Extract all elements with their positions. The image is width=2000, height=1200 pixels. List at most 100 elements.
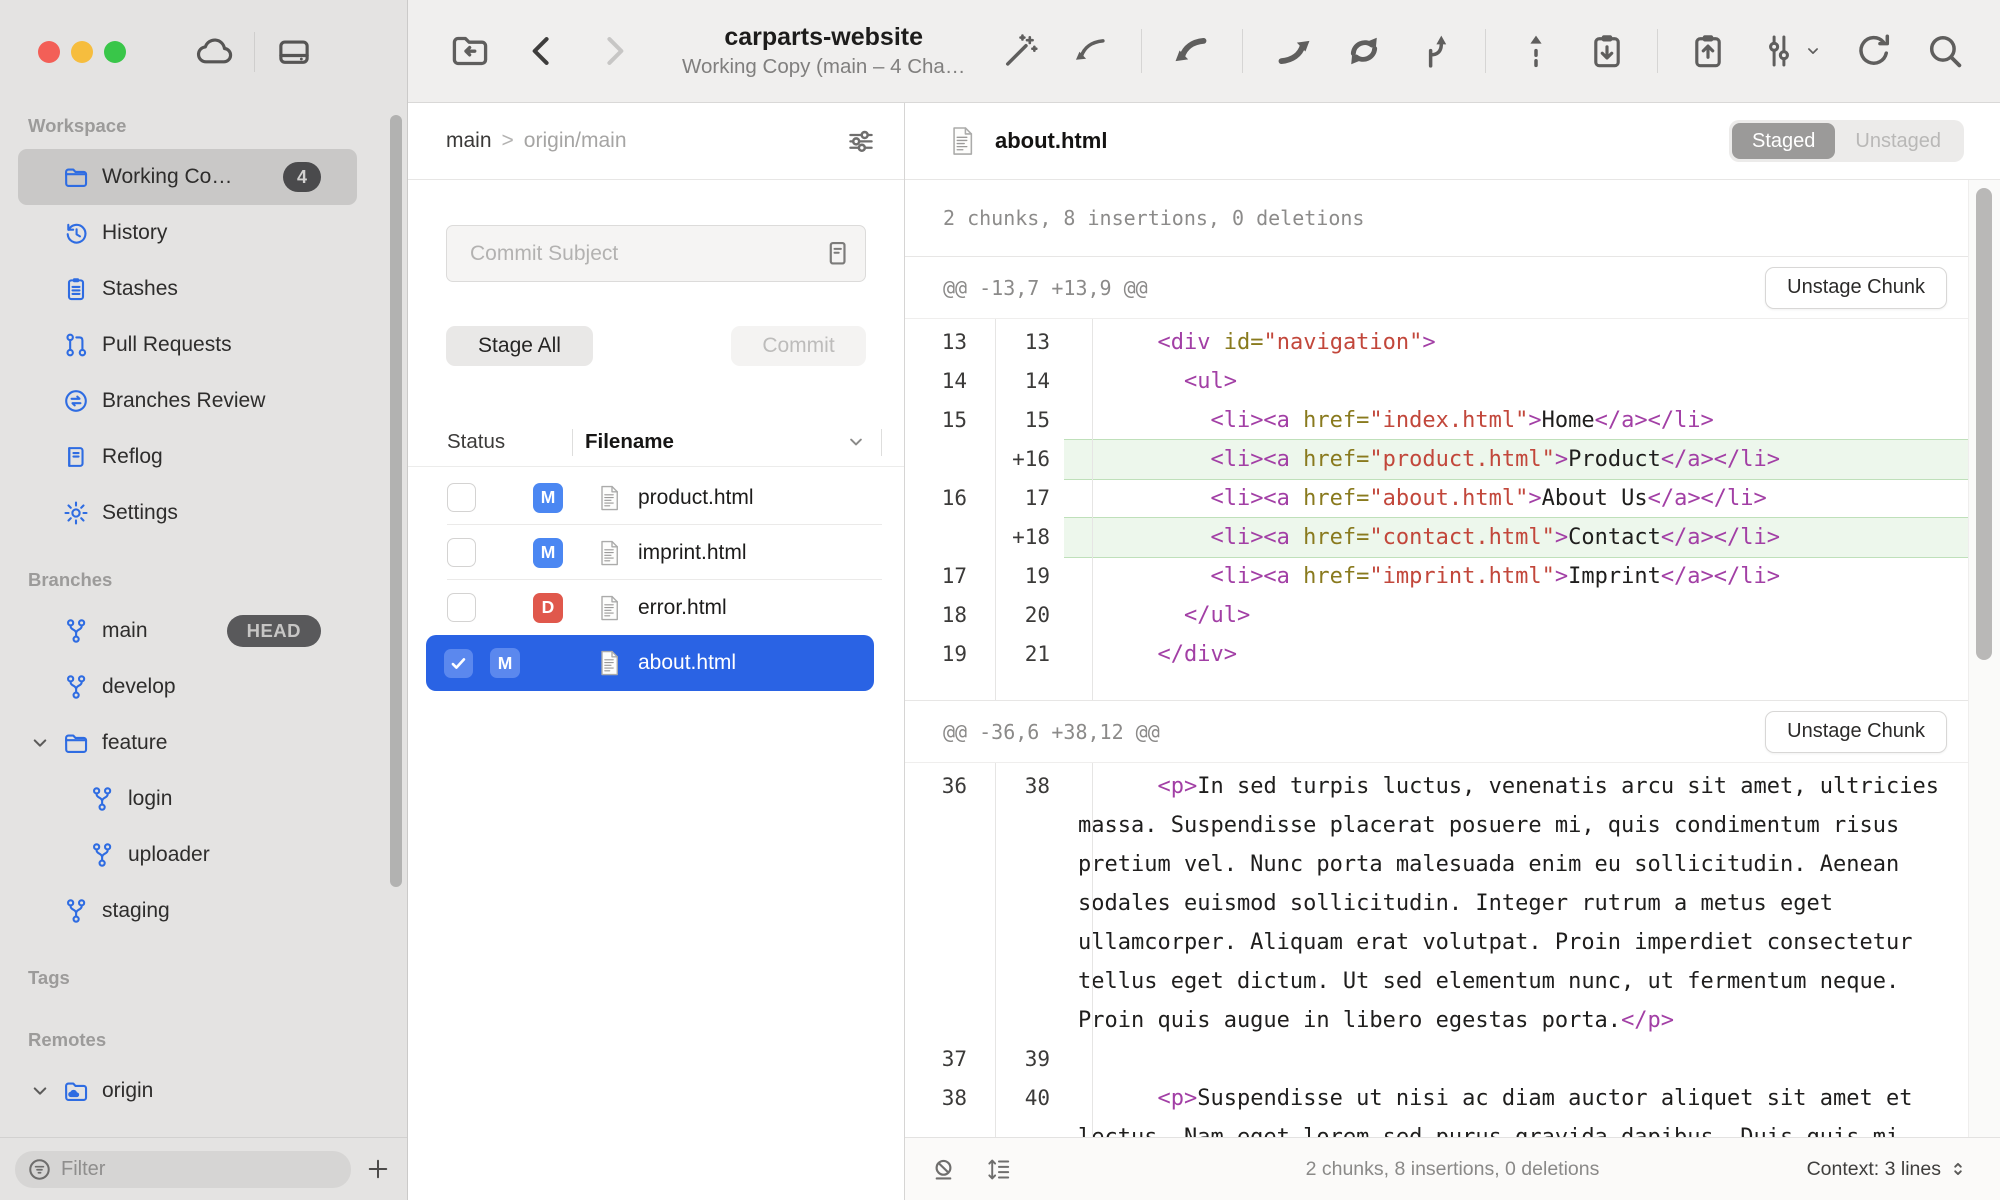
- stage-checkbox[interactable]: [447, 483, 476, 512]
- maximize-window-button[interactable]: [104, 41, 126, 63]
- search-button[interactable]: [1924, 30, 1966, 72]
- status-badge: D: [533, 593, 563, 623]
- sidebar-item-origin[interactable]: origin: [18, 1063, 357, 1119]
- stage-checkbox[interactable]: [444, 649, 473, 678]
- file-row-error-html[interactable]: Derror.html: [408, 580, 904, 635]
- commit-button[interactable]: Commit: [731, 326, 866, 366]
- refresh-button[interactable]: [1853, 30, 1895, 72]
- branch-merge-button[interactable]: [1414, 30, 1456, 72]
- open-repository-button[interactable]: [448, 29, 492, 73]
- pull-button[interactable]: [1171, 30, 1213, 72]
- unstage-chunk-button[interactable]: Unstage Chunk: [1765, 267, 1947, 309]
- file-row-about-html[interactable]: Mabout.html: [426, 635, 874, 691]
- sidebar-scrollbar[interactable]: [390, 115, 402, 887]
- status-column-header[interactable]: Status: [408, 430, 572, 454]
- old-line-number: 14: [905, 362, 981, 401]
- branch-icon: [62, 897, 90, 925]
- sidebar-item-branches-review[interactable]: Branches Review: [18, 373, 357, 429]
- filename-column-header[interactable]: Filename: [573, 430, 843, 454]
- line-spacing-icon[interactable]: [984, 1155, 1013, 1184]
- stage-all-button[interactable]: Stage All: [446, 326, 593, 366]
- diff-line: 1414 <ul>: [905, 362, 1968, 401]
- cloud-button[interactable]: [194, 31, 236, 73]
- new-line-number: 39: [981, 1040, 1064, 1079]
- commit-message-icon[interactable]: [822, 238, 853, 269]
- diff-line: +18 <li><a href="contact.html">Contact</…: [905, 518, 1968, 557]
- sidebar-item-label: staging: [102, 899, 170, 923]
- sidebar-item-pull-requests[interactable]: Pull Requests: [18, 317, 357, 373]
- context-lines-control[interactable]: Context: 3 lines: [1807, 1157, 1970, 1181]
- stage-checkbox[interactable]: [447, 538, 476, 567]
- view-options-icon[interactable]: [844, 124, 878, 158]
- history-icon: [62, 219, 90, 247]
- chunk-header: @@ -36,6 +38,12 @@Unstage Chunk: [905, 701, 2000, 763]
- toolbar-divider: [1242, 29, 1243, 73]
- clip-down-button[interactable]: [1586, 30, 1628, 72]
- minimize-window-button[interactable]: [71, 41, 93, 63]
- diff-line: 1515 <li><a href="index.html">Home</a></…: [905, 401, 1968, 440]
- repo-title: carparts-website: [682, 23, 965, 52]
- toolbar-actions: [999, 29, 1966, 73]
- filter-input[interactable]: [15, 1151, 351, 1188]
- folder-icon: [62, 729, 90, 757]
- traffic-lights: [38, 41, 126, 63]
- sidebar-item-working-co[interactable]: Working Co…4: [18, 149, 357, 205]
- sidebar-item-reflog[interactable]: Reflog: [18, 429, 357, 485]
- sidebar-item-feature[interactable]: feature: [18, 715, 357, 771]
- drive-button[interactable]: [273, 31, 315, 73]
- breadcrumb-branch[interactable]: main: [446, 129, 492, 153]
- sidebar-item-label: feature: [102, 731, 167, 755]
- fetch-button[interactable]: [1070, 30, 1112, 72]
- sidebar-item-develop[interactable]: develop: [18, 659, 357, 715]
- diff-scrollbar-thumb[interactable]: [1976, 188, 1992, 660]
- file-row-imprint-html[interactable]: Mimprint.html: [408, 525, 904, 580]
- sidebar-item-history[interactable]: History: [18, 205, 357, 261]
- sync-button[interactable]: [1343, 30, 1385, 72]
- commit-subject-input[interactable]: [446, 225, 866, 282]
- repo-subtitle: Working Copy (main – 4 Cha…: [682, 55, 965, 79]
- sidebar-item-login[interactable]: login: [18, 771, 357, 827]
- push-button[interactable]: [1272, 30, 1314, 72]
- change-count-badge: 4: [283, 162, 321, 192]
- forward-button[interactable]: [592, 29, 636, 73]
- code-line: <li><a href="imprint.html">Imprint</a></…: [1064, 557, 1968, 596]
- sidebar-item-label: origin: [102, 1079, 153, 1103]
- dashed-up-button[interactable]: [1515, 30, 1557, 72]
- sidebar-item-staging[interactable]: staging: [18, 883, 357, 939]
- sidebar-item-main[interactable]: mainHEAD: [18, 603, 357, 659]
- breadcrumb-remote[interactable]: origin/main: [524, 129, 627, 153]
- sidebar-item-settings[interactable]: Settings: [18, 485, 357, 541]
- staged-tab[interactable]: Staged: [1732, 123, 1835, 159]
- page-icon: [594, 591, 624, 625]
- sliders-v-button[interactable]: [1758, 30, 1824, 72]
- close-window-button[interactable]: [38, 41, 60, 63]
- new-line-number: 14: [981, 362, 1064, 401]
- expander-chevron-icon[interactable]: [26, 729, 54, 757]
- ignore-whitespace-icon[interactable]: [929, 1155, 958, 1184]
- up-down-stepper-icon[interactable]: [1946, 1157, 1970, 1181]
- back-button[interactable]: [520, 29, 564, 73]
- magic-wand-button[interactable]: [999, 30, 1041, 72]
- sidebar-item-uploader[interactable]: uploader: [18, 827, 357, 883]
- commit-pane: main > origin/main Stage All Commit: [408, 103, 905, 1200]
- sort-chevron-icon[interactable]: [843, 429, 869, 455]
- chevron-right-icon: [592, 29, 636, 73]
- unstage-chunk-button[interactable]: Unstage Chunk: [1765, 711, 1947, 753]
- unstaged-tab[interactable]: Unstaged: [1835, 123, 1961, 159]
- add-repository-button[interactable]: [361, 1152, 395, 1186]
- new-line-number: 40: [981, 1079, 1064, 1137]
- old-line-number: [905, 440, 981, 479]
- sidebar-titlebar-icons: [194, 31, 315, 73]
- sidebar-item-stashes[interactable]: Stashes: [18, 261, 357, 317]
- diff-scrollbar-track[interactable]: [1968, 180, 2000, 1137]
- clip-down-icon: [1586, 30, 1628, 72]
- clip-up-button[interactable]: [1687, 30, 1729, 72]
- file-row-product-html[interactable]: Mproduct.html: [408, 470, 904, 525]
- stage-checkbox[interactable]: [447, 593, 476, 622]
- sidebar-item-label: Pull Requests: [102, 333, 232, 357]
- diff-summary: 2 chunks, 8 insertions, 0 deletions: [905, 180, 2000, 256]
- expander-chevron-icon[interactable]: [26, 1077, 54, 1105]
- open-repo-icon: [448, 29, 492, 73]
- column-divider[interactable]: [881, 429, 882, 456]
- new-line-number: 38: [981, 767, 1064, 1040]
